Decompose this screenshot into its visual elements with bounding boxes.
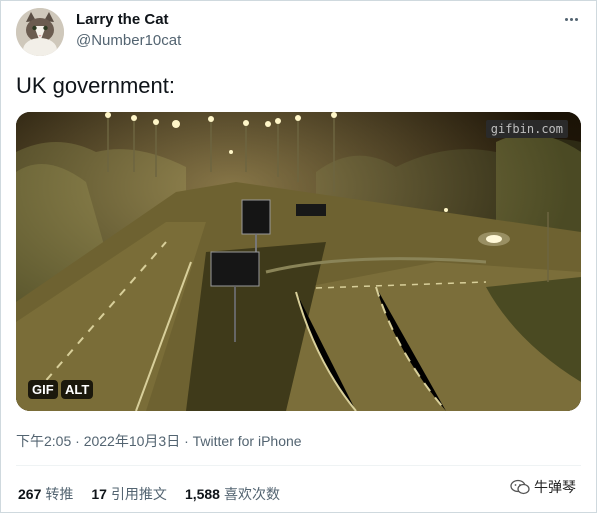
alt-text-button[interactable]: ALT — [61, 380, 94, 399]
tweet-text: UK government: — [16, 73, 175, 98]
author-handle[interactable]: @Number10cat — [76, 32, 181, 49]
divider — [16, 465, 581, 466]
avatar[interactable] — [16, 8, 64, 56]
gif-watermark: gifbin.com — [485, 120, 568, 138]
gif-badge: GIF — [28, 380, 58, 399]
tweet-timestamp-source[interactable]: 下午2:05 · 2022年10月3日 · Twitter for iPhone — [16, 431, 302, 451]
likes-label: 喜欢次数 — [223, 486, 280, 502]
tweet-stats: 267 转推 17 引用推文 1,588 喜欢次数 — [18, 484, 298, 504]
quotes-stat[interactable]: 17 引用推文 — [91, 484, 167, 504]
wechat-icon — [510, 479, 530, 495]
road-night-gif — [16, 112, 581, 411]
cat-avatar-icon — [16, 8, 64, 56]
quotes-label: 引用推文 — [110, 486, 167, 502]
more-options-icon[interactable] — [561, 9, 581, 29]
tweet-media[interactable]: gifbin.com GIF ALT — [16, 112, 581, 411]
quotes-count: 17 — [91, 486, 107, 502]
wechat-watermark: 牛弹琴 — [510, 477, 576, 497]
wechat-brand-text: 牛弹琴 — [534, 479, 576, 495]
retweets-label: 转推 — [45, 486, 74, 502]
likes-count: 1,588 — [184, 486, 220, 502]
retweets-stat[interactable]: 267 转推 — [18, 484, 73, 504]
retweets-count: 267 — [18, 486, 42, 502]
likes-stat[interactable]: 1,588 喜欢次数 — [185, 484, 280, 504]
author-name[interactable]: Larry the Cat — [76, 11, 169, 28]
